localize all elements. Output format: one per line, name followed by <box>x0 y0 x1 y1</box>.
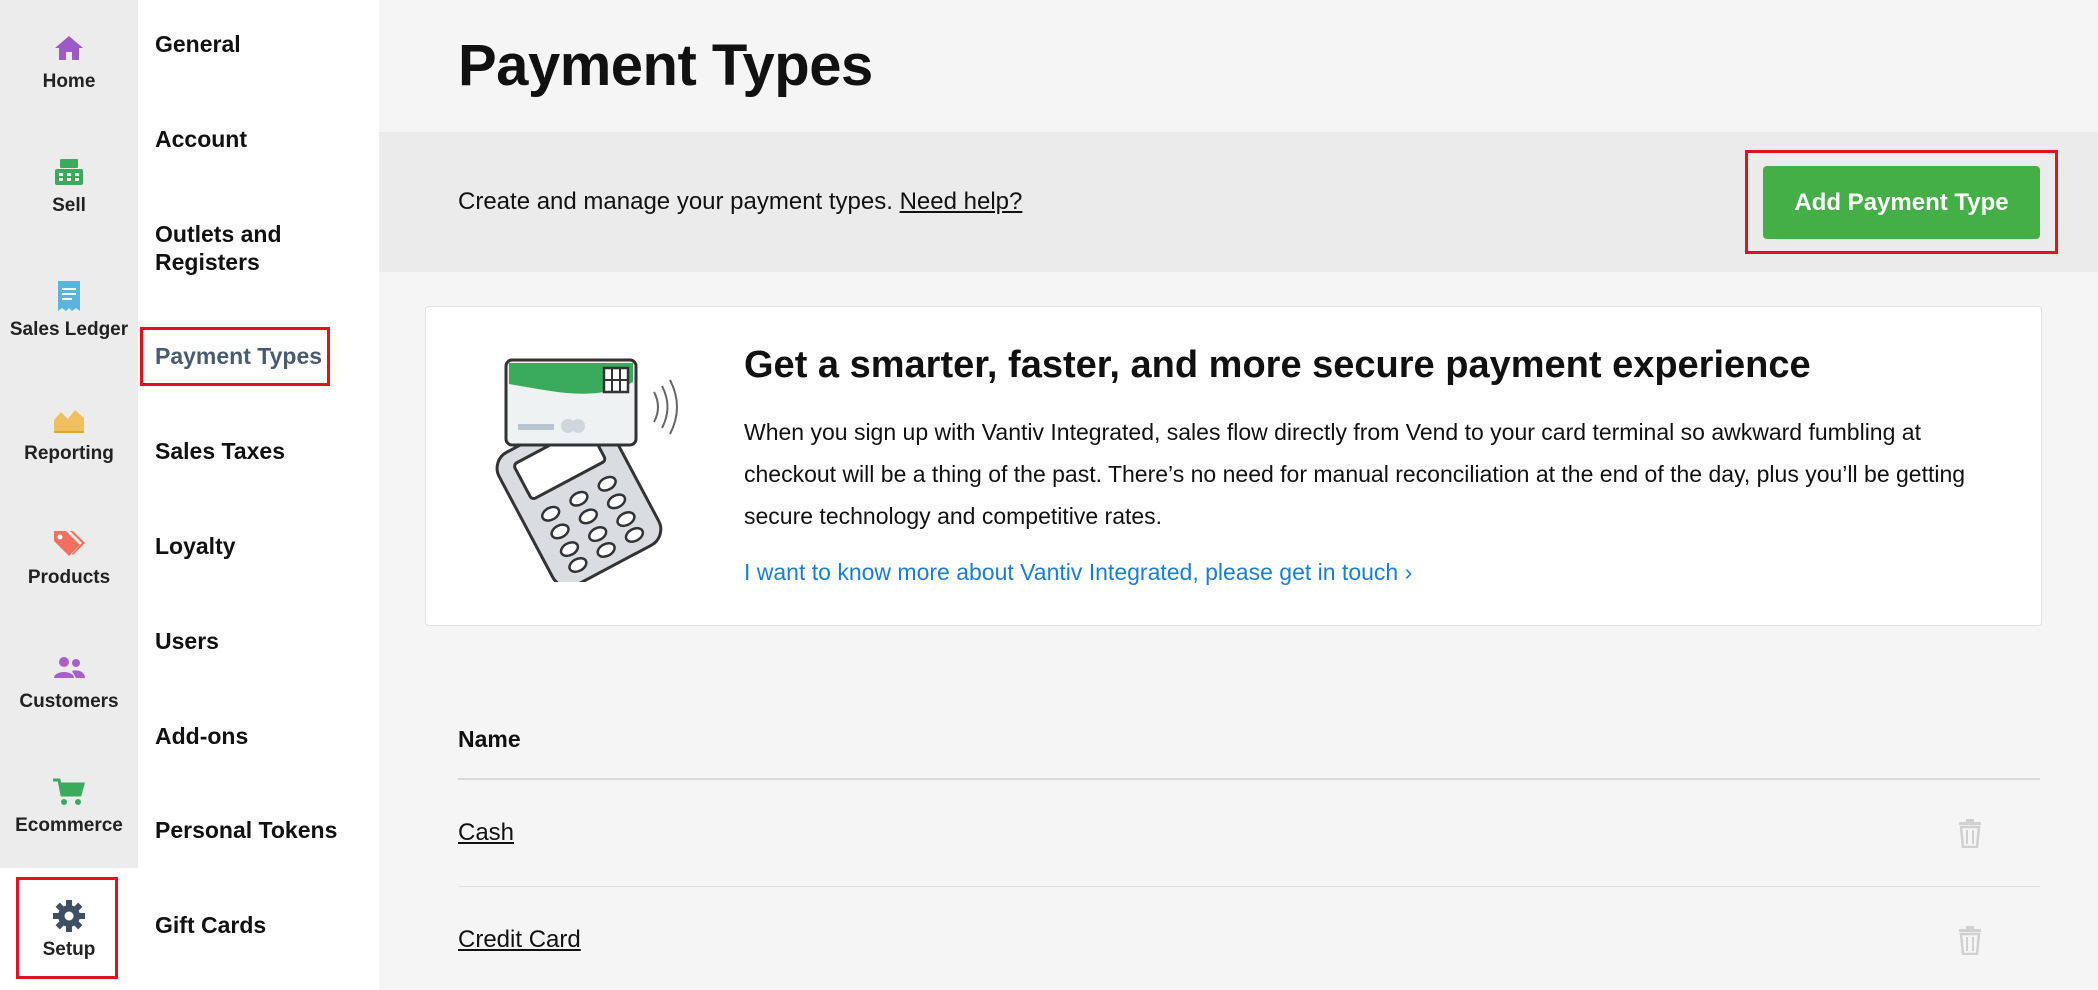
submenu-add-ons[interactable]: Add-ons <box>155 722 248 750</box>
submenu-users[interactable]: Users <box>155 627 219 655</box>
submenu-general[interactable]: General <box>155 30 241 58</box>
submenu-sales-taxes[interactable]: Sales Taxes <box>155 437 285 465</box>
trash-icon[interactable] <box>1956 925 1984 956</box>
payment-type-link-cash[interactable]: Cash <box>458 819 514 847</box>
nav-ecommerce[interactable]: Ecommerce <box>0 744 138 868</box>
table-row: Cash <box>458 780 2040 887</box>
submenu-loyalty[interactable]: Loyalty <box>155 532 236 560</box>
submenu-outlets-and-registers[interactable]: Outlets and Registers <box>155 220 355 276</box>
tags-icon <box>52 527 86 561</box>
nav-products[interactable]: Products <box>0 496 138 620</box>
chart-icon <box>52 403 86 437</box>
card-terminal-illustration <box>476 352 686 589</box>
page-title: Payment Types <box>458 33 873 98</box>
submenu-gift-cards[interactable]: Gift Cards <box>155 911 266 939</box>
nav-sell-label: Sell <box>52 195 86 216</box>
promo-body: When you sign up with Vantiv Integrated,… <box>744 419 1966 529</box>
nav-customers-label: Customers <box>19 691 119 712</box>
table-header: Name <box>458 700 2040 780</box>
nav-sell[interactable]: Sell <box>0 124 138 248</box>
submenu-account[interactable]: Account <box>155 125 247 153</box>
register-icon <box>52 155 86 189</box>
nav-sales-ledger-label: Sales Ledger <box>9 319 129 340</box>
main-nav-rail: Home Sell Sales Ledger Reporting Product… <box>0 0 138 990</box>
main-content: Payment Types Create and manage your pay… <box>379 0 2098 990</box>
cart-icon <box>52 775 86 809</box>
nav-customers[interactable]: Customers <box>0 620 138 744</box>
nav-products-label: Products <box>27 567 111 588</box>
nav-reporting[interactable]: Reporting <box>0 372 138 496</box>
setup-highlight-box <box>16 877 118 979</box>
vantiv-promo-card: Get a smarter, faster, and more secure p… <box>425 306 2042 626</box>
page-intro: Create and manage your payment types. Ne… <box>458 188 1022 216</box>
submenu-personal-tokens[interactable]: Personal Tokens <box>155 816 337 844</box>
vantiv-contact-link[interactable]: I want to know more about Vantiv Integra… <box>744 559 1412 586</box>
add-button-highlight-box <box>1745 150 2058 254</box>
nav-home-label: Home <box>42 71 96 92</box>
promo-title: Get a smarter, faster, and more secure p… <box>744 344 1811 386</box>
payment-type-link-credit-card[interactable]: Credit Card <box>458 926 581 954</box>
table-row: Credit Card <box>458 887 2040 990</box>
page-intro-text: Create and manage your payment types. <box>458 188 900 215</box>
page-header-band: Create and manage your payment types. Ne… <box>379 132 2098 272</box>
column-header-name[interactable]: Name <box>458 726 521 753</box>
need-help-link[interactable]: Need help? <box>900 188 1023 215</box>
nav-sales-ledger[interactable]: Sales Ledger <box>0 248 138 372</box>
nav-reporting-label: Reporting <box>24 443 114 464</box>
payment-types-highlight-box <box>140 327 330 386</box>
people-icon <box>52 651 86 685</box>
nav-home[interactable]: Home <box>0 0 138 124</box>
nav-ecommerce-label: Ecommerce <box>15 815 123 836</box>
trash-icon[interactable] <box>1956 818 1984 849</box>
setup-submenu: General Account Outlets and Registers Pa… <box>138 0 379 990</box>
payment-types-table: Name Cash Credit Card <box>458 700 2040 990</box>
receipt-icon <box>52 279 86 313</box>
home-icon <box>52 31 86 65</box>
